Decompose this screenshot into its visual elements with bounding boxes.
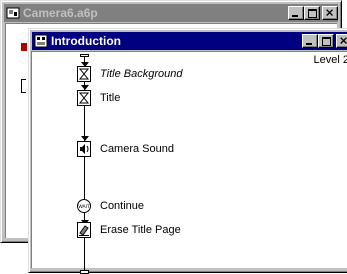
display-icon bbox=[77, 66, 91, 82]
background-bracket bbox=[21, 79, 26, 93]
sound-icon bbox=[77, 141, 91, 157]
maximize-icon bbox=[308, 9, 317, 18]
flowline-end-marker bbox=[80, 270, 89, 274]
background-flow-icon-red bbox=[21, 43, 27, 51]
introduction-window-titlebar[interactable]: Introduction bbox=[32, 32, 347, 50]
close-icon bbox=[340, 37, 347, 44]
background-window-title: Camera6.a6p bbox=[23, 6, 98, 20]
minimize-button[interactable] bbox=[302, 34, 318, 48]
flow-icon-label: Erase Title Page bbox=[100, 224, 181, 236]
maximize-icon bbox=[322, 37, 331, 46]
close-button[interactable] bbox=[336, 34, 347, 48]
maximize-button[interactable] bbox=[318, 34, 334, 48]
maximize-button[interactable] bbox=[304, 6, 320, 20]
svg-text:WAIT: WAIT bbox=[78, 204, 90, 210]
flow-icon-title-background[interactable]: Title Background bbox=[77, 66, 182, 82]
flowline-canvas[interactable]: Level 2 Title Background Title Camera So… bbox=[31, 51, 347, 274]
wait-icon: WAIT bbox=[77, 199, 91, 213]
flow-icon-label: Title Background bbox=[100, 68, 183, 80]
flow-icon-camera-sound[interactable]: Camera Sound bbox=[77, 141, 174, 157]
flow-icon-erase-title-page[interactable]: Erase Title Page bbox=[77, 222, 181, 238]
flow-icon-label: Title bbox=[100, 92, 121, 104]
map-icon bbox=[34, 34, 48, 48]
introduction-window-title: Introduction bbox=[51, 34, 121, 48]
flow-icon-title[interactable]: Title bbox=[77, 90, 120, 106]
flow-icon-label: Camera Sound bbox=[100, 143, 174, 155]
introduction-window[interactable]: Introduction Level 2 Title Background Ti… bbox=[28, 28, 347, 274]
erase-icon bbox=[77, 222, 91, 238]
minimize-icon bbox=[306, 43, 312, 45]
minimize-icon bbox=[292, 15, 298, 17]
display-icon bbox=[77, 90, 91, 106]
background-window-titlebar[interactable]: Camera6.a6p bbox=[4, 4, 338, 22]
close-button[interactable] bbox=[322, 6, 338, 20]
flow-icon-continue[interactable]: WAIT Continue bbox=[77, 198, 144, 214]
authorware-file-icon bbox=[6, 7, 20, 19]
level-label: Level 2 bbox=[313, 54, 347, 66]
flow-icon-label: Continue bbox=[100, 200, 145, 212]
close-icon bbox=[326, 9, 333, 16]
minimize-button[interactable] bbox=[288, 6, 304, 20]
